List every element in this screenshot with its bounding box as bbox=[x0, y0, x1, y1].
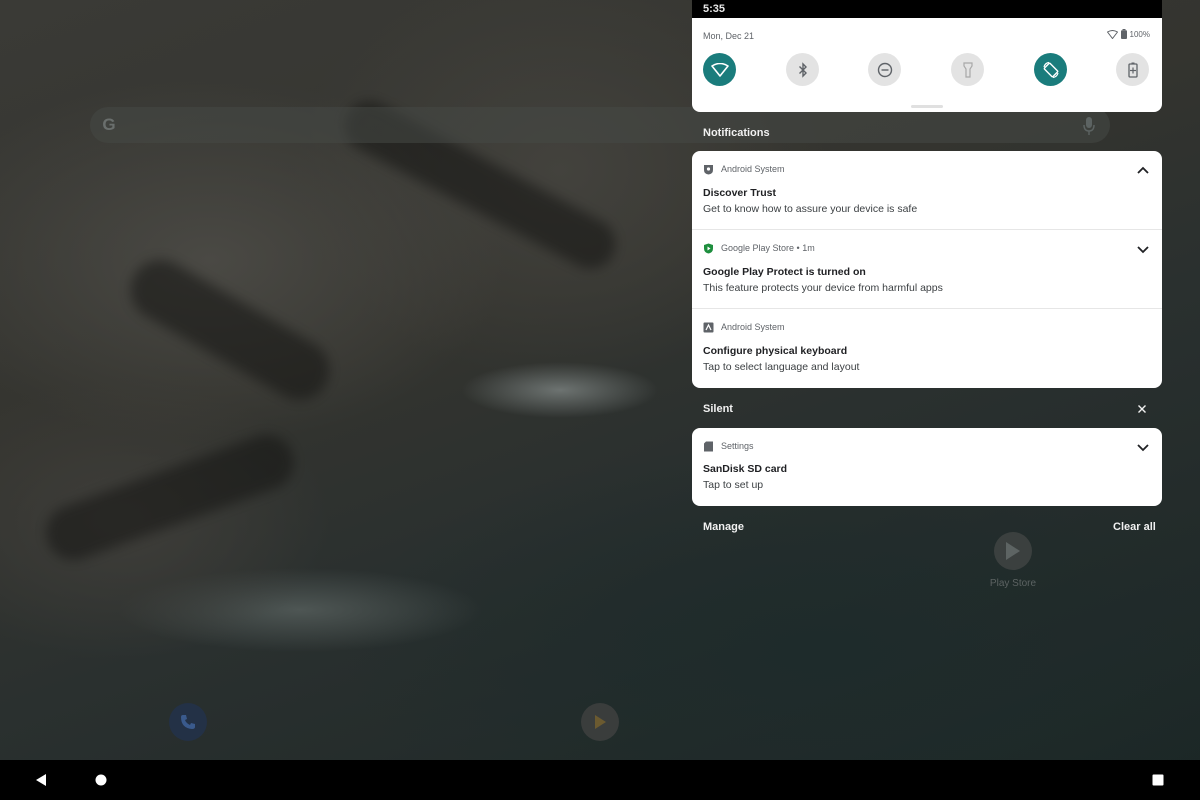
play-movies-icon[interactable] bbox=[581, 703, 619, 741]
phone-icon[interactable] bbox=[169, 703, 207, 741]
notification-body: Get to know how to assure your device is… bbox=[703, 203, 918, 215]
notification-item[interactable]: Android System Discover Trust Get to kno… bbox=[692, 151, 1162, 230]
silent-card: Settings SanDisk SD card Tap to set up bbox=[692, 428, 1162, 506]
android-system-icon bbox=[704, 165, 713, 175]
close-icon[interactable] bbox=[1135, 402, 1149, 416]
clear-all-button[interactable]: Clear all bbox=[1113, 521, 1156, 533]
auto-rotate-icon bbox=[1042, 61, 1059, 78]
navigation-bar bbox=[0, 760, 1200, 800]
silent-header: Silent bbox=[703, 403, 733, 415]
notification-item[interactable]: Settings SanDisk SD card Tap to set up bbox=[692, 428, 1162, 506]
do-not-disturb-icon bbox=[877, 62, 892, 77]
bluetooth-icon bbox=[798, 61, 807, 78]
qs-tile-wifi[interactable] bbox=[703, 53, 736, 86]
chevron-down-icon[interactable] bbox=[1136, 242, 1150, 256]
play-store-icon bbox=[994, 532, 1032, 570]
qs-date: Mon, Dec 21 bbox=[703, 31, 755, 41]
notification-item[interactable]: Google Play Store • 1m Google Play Prote… bbox=[692, 230, 1162, 309]
status-time: 5:35 bbox=[703, 3, 726, 15]
notification-title: Google Play Protect is turned on bbox=[703, 266, 866, 278]
qs-tile-bluetooth[interactable] bbox=[786, 53, 819, 86]
play-protect-icon bbox=[704, 243, 713, 254]
qs-tile-battery-saver[interactable] bbox=[1116, 53, 1149, 86]
notification-title: Discover Trust bbox=[703, 187, 776, 199]
home-icon[interactable] bbox=[93, 772, 109, 788]
google-search-bar[interactable] bbox=[90, 107, 1110, 143]
notification-title: SanDisk SD card bbox=[703, 463, 788, 475]
flashlight-icon bbox=[962, 61, 973, 78]
wifi-status-icon bbox=[1106, 29, 1118, 39]
mic-icon[interactable] bbox=[1082, 116, 1096, 136]
home-app-play-store[interactable]: Play Store bbox=[985, 532, 1041, 589]
chevron-down-icon[interactable] bbox=[1136, 440, 1150, 454]
battery-percent: 100% bbox=[1129, 29, 1150, 39]
manage-button[interactable]: Manage bbox=[703, 521, 744, 533]
recents-icon[interactable] bbox=[1150, 772, 1166, 788]
notification-app-name: Android System bbox=[721, 322, 785, 332]
battery-saver-icon bbox=[1127, 62, 1138, 78]
qs-tile-auto-rotate[interactable] bbox=[1034, 53, 1067, 86]
quick-settings-panel: Mon, Dec 21 100% bbox=[692, 18, 1162, 112]
notification-app-name: Android System bbox=[721, 164, 785, 174]
notification-app-name: Google Play Store • 1m bbox=[721, 243, 815, 253]
notifications-card: Android System Discover Trust Get to kno… bbox=[692, 151, 1162, 388]
notifications-header: Notifications bbox=[703, 127, 770, 139]
qs-status-icons: 100% bbox=[1106, 29, 1150, 39]
google-logo-icon: G bbox=[102, 115, 116, 134]
sd-card-icon bbox=[704, 441, 713, 452]
notification-body: Tap to set up bbox=[703, 479, 764, 491]
notification-body: Tap to select language and layout bbox=[703, 361, 860, 373]
notification-body: This feature protects your device from h… bbox=[703, 282, 943, 294]
qs-tile-do-not-disturb[interactable] bbox=[868, 53, 901, 86]
notification-item[interactable]: Android System Configure physical keyboa… bbox=[692, 309, 1162, 388]
back-icon[interactable] bbox=[33, 772, 49, 788]
home-app-label: Play Store bbox=[989, 578, 1037, 589]
status-bar bbox=[692, 0, 1162, 18]
chevron-up-icon[interactable] bbox=[1136, 163, 1150, 177]
keyboard-icon bbox=[703, 322, 714, 333]
qs-drag-handle[interactable] bbox=[911, 105, 943, 108]
wifi-icon bbox=[710, 62, 729, 77]
battery-status-icon bbox=[1120, 29, 1127, 39]
notification-app-name: Settings bbox=[721, 441, 754, 451]
qs-tile-flashlight[interactable] bbox=[951, 53, 984, 86]
notification-title: Configure physical keyboard bbox=[703, 345, 848, 357]
